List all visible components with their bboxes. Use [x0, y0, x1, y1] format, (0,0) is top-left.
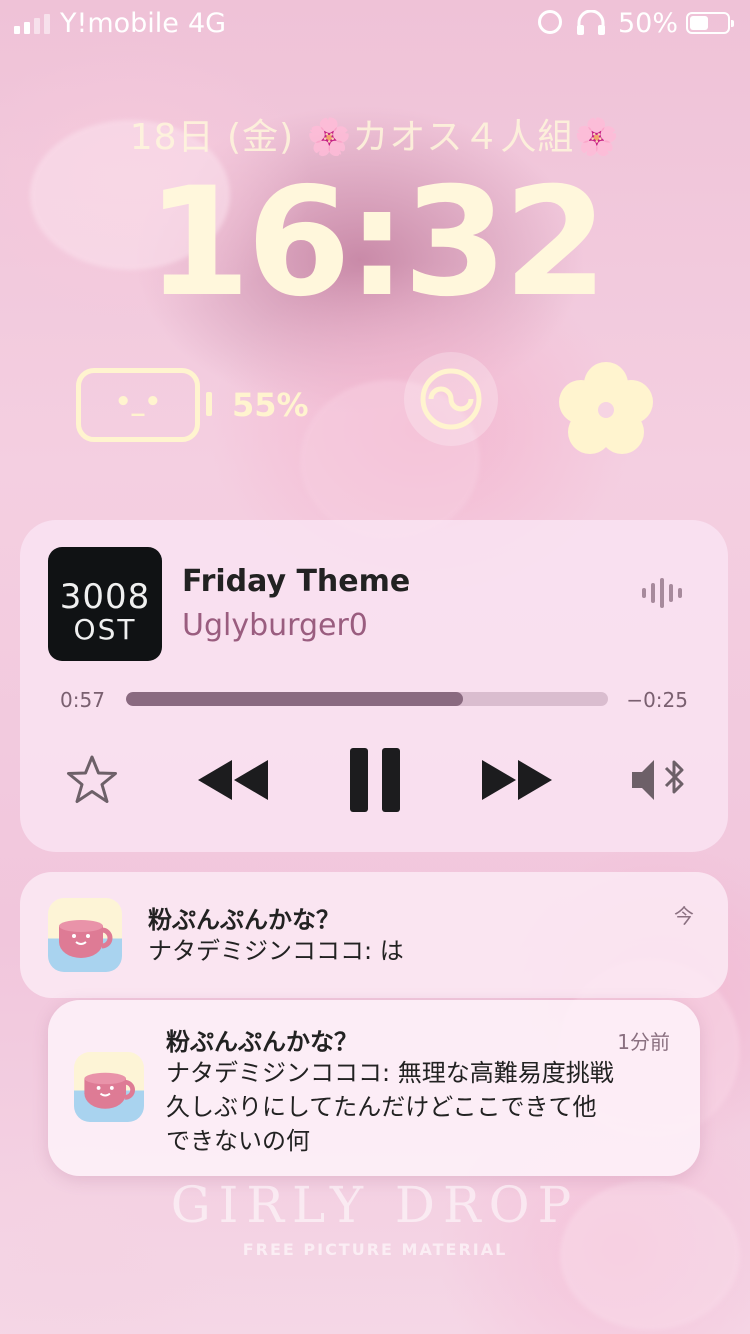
- cellular-signal-icon: [14, 14, 50, 34]
- network-type: 4G: [188, 8, 227, 39]
- notification-body-line: できないの何: [166, 1127, 310, 1155]
- remaining-time: −0:25: [626, 688, 688, 712]
- battery-widget[interactable]: •_•: [76, 368, 200, 442]
- album-art-title: 3008: [59, 577, 151, 617]
- wallpaper-watermark: GIRLY DROP: [170, 1176, 580, 1234]
- notification-card[interactable]: 粉ぷんぷんかな？ ナタデミジンコココ: は 今: [20, 872, 728, 998]
- bluetooth-audio-output-icon[interactable]: [628, 754, 690, 806]
- battery-widget-nub: [206, 392, 212, 416]
- headphones-icon: [577, 10, 605, 35]
- battery-icon: [686, 12, 734, 34]
- notification-body-line: 久しぶりにしてたんだけどここできて他: [166, 1093, 597, 1121]
- battery-percent: 50%: [618, 8, 679, 39]
- app-icon-teacup: [48, 898, 122, 972]
- focus-widget[interactable]: [404, 352, 498, 446]
- album-art[interactable]: 3008 OST: [48, 547, 162, 661]
- notification-body: ナタデミジンコココ: 無理な高難易度挑戦 久しぶりにしてたんだけどここできて他 …: [166, 1056, 614, 1158]
- progress-scrubber[interactable]: [126, 692, 608, 706]
- notification-time: 1分前: [617, 1030, 670, 1054]
- lock-clock: 16:32: [146, 156, 607, 330]
- playback-controls: [20, 742, 728, 822]
- app-icon-teacup: [74, 1052, 144, 1122]
- teacup-icon: [59, 920, 113, 958]
- lock-date: 18日 (金) 🌸カオス４人組🌸: [129, 117, 621, 158]
- fast-forward-button[interactable]: [480, 756, 554, 804]
- notification-body-line: ナタデミジンコココ: 無理な高難易度挑戦: [166, 1059, 614, 1087]
- now-playing-card[interactable]: 3008 OST Friday Theme Uglyburger0 0:57 −…: [20, 520, 728, 852]
- notification-title: 粉ぷんぷんかな？: [148, 906, 340, 934]
- album-art-subtitle: OST: [73, 613, 137, 646]
- status-bar: Y!mobile 4G 50%: [0, 0, 750, 48]
- carrier-name: Y!mobile: [60, 8, 179, 39]
- notification-time: 今: [674, 904, 694, 928]
- teacup-icon: [84, 1072, 135, 1109]
- wallpaper-watermark-subtitle: FREE PICTURE MATERIAL: [242, 1240, 508, 1259]
- song-title: Friday Theme: [182, 564, 411, 599]
- progress-fill: [126, 692, 464, 706]
- audio-waveform-icon: [642, 578, 682, 608]
- battery-widget-percent: 55%: [232, 386, 309, 424]
- lock-widgets: •_• 55%: [0, 352, 750, 460]
- notification-card[interactable]: 粉ぷんぷんかな？ 1分前 ナタデミジンコココ: 無理な高難易度挑戦 久しぶりにし…: [48, 1000, 700, 1176]
- rewind-button[interactable]: [196, 756, 270, 804]
- song-artist: Uglyburger0: [182, 608, 368, 643]
- sakura-widget-icon[interactable]: [556, 360, 656, 460]
- elapsed-time: 0:57: [60, 688, 105, 712]
- orientation-lock-icon: [538, 10, 562, 34]
- battery-face: •_•: [114, 387, 162, 417]
- favorite-star-icon[interactable]: [66, 754, 118, 806]
- notification-body: ナタデミジンコココ: は: [148, 937, 404, 965]
- pause-button[interactable]: [348, 746, 402, 814]
- notification-title: 粉ぷんぷんかな？: [166, 1028, 358, 1056]
- yin-yang-icon: [420, 368, 482, 430]
